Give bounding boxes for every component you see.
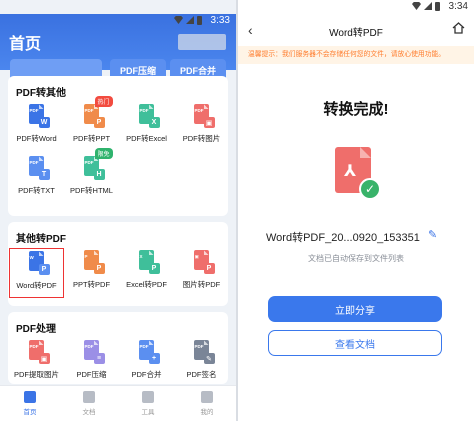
file-convert-icon: WP [26,251,50,275]
tool-label: PDF转图片 [182,134,221,143]
file-convert-icon: ▣ P [191,250,215,274]
tool-section: PDF处理 PDF ▣ PDF提取图片 PDF ≡ PDF压缩 PDF + PDF合并 PDF ✎ PD… [8,312,228,384]
battery-icon [197,16,202,25]
conversion-result-screen: 3:34 ‹ Word转PDF 温馨提示：我们服务器不会存储任何您的文件，请放心… [238,0,474,421]
battery-icon [435,2,440,11]
tool-section: PDF转其他 PDF W PDF转Word PDF P 热门 PDF转PPT PDF X PDF转E… [8,76,228,216]
file-convert-icon: PDF W [26,104,50,128]
top-bar: ‹ Word转PDF [238,14,474,46]
file-convert-icon: PP [81,250,105,274]
tool-tile[interactable]: PDF + PDF合并 [119,338,174,388]
nav-label: 我的 [200,409,214,416]
tool-tile[interactable]: ▣ P 图片转PDF [174,248,229,298]
status-bar: 3:33 [0,14,236,28]
tool-label: PDF转PPT [72,134,111,143]
tool-label: 图片转PDF [182,280,221,289]
tool-label: PDF转HTML [70,186,113,195]
tool-tile[interactable]: PDF W PDF转Word [9,102,64,152]
tool-label: PDF签名 [186,370,217,379]
nav-item[interactable]: 我的 [189,391,225,416]
promo-tag: 热门 [94,96,113,107]
privacy-notice: 温馨提示：我们服务器不会存储任何您的文件，请放心使用功能。 [238,46,474,64]
tool-tile[interactable]: X P Excel转PDF [119,248,174,298]
file-convert-icon: PDF H 限免 [81,148,113,180]
home-header: 3:33 首页 PDF压缩 PDF合并 [0,14,236,81]
section-title: PDF处理 [16,324,56,335]
nav-label: 首页 [23,409,37,416]
nav-item[interactable]: 文档 [71,391,107,416]
header-banner [178,34,226,50]
share-button[interactable]: 立即分享 [268,296,442,322]
tool-tile[interactable]: PDF T PDF转TXT [9,154,64,204]
file-convert-icon: PDF ▣ [26,340,50,364]
page-title: Word转PDF [329,28,383,39]
folder-icon [83,391,95,403]
section-title: 其他转PDF [16,234,66,245]
nav-label: 工具 [141,409,155,416]
tool-tile[interactable]: PDF P 热门 PDF转PPT [64,96,119,152]
tool-label: PPT转PDF [72,280,111,289]
file-convert-icon: PDF X [136,104,160,128]
bottom-nav: 首页 文档 工具 我的 [0,385,236,421]
user-icon [201,391,213,403]
wifi-icon [174,16,183,24]
tool-tile[interactable]: PDF ✎ PDF签名 [174,338,229,388]
tool-section: 其他转PDF W P Word转PDF P P PPT转PDF X P Excel转PDF ▣ P 图片… [8,222,228,306]
section-title: PDF转其他 [16,88,66,99]
tool-label: PDF压缩 [76,370,107,379]
edit-icon[interactable]: ✎ [428,228,437,241]
tool-tile[interactable]: W P Word转PDF [9,248,64,298]
file-convert-icon: XP [136,250,160,274]
nav-item[interactable]: 工具 [130,391,166,416]
signal-icon [424,2,432,10]
check-icon: ✓ [359,178,381,200]
nav-label: 文档 [82,409,96,416]
signal-icon [186,16,194,24]
tool-label: PDF合并 [131,370,162,379]
view-document-button[interactable]: 查看文档 [268,330,442,356]
tool-tile[interactable]: PDF ▣ PDF提取图片 [9,338,64,388]
tool-label: PDF提取图片 [14,370,59,379]
saved-hint: 文档已自动保存到文件列表 [308,254,404,263]
wifi-icon [412,2,421,10]
home-icon [24,391,36,403]
file-convert-icon: PDF ✎ [191,340,215,364]
status-time: 3:33 [210,15,230,26]
tool-tile[interactable]: PDF ≡ PDF压缩 [64,338,119,388]
done-title: 转换完成! [323,101,389,118]
home-screen: 3:33 首页 PDF压缩 PDF合并 PDF转其他 PDF W PDF转Word PD… [0,0,236,421]
tool-tile[interactable]: PDF ▣ PDF转图片 [174,102,229,152]
file-convert-icon: PDF ▣ [191,104,215,128]
toolbox-icon [142,391,154,403]
tool-label: PDF转Excel [126,134,167,143]
tool-tile[interactable]: P P PPT转PDF [64,248,119,298]
status-bar: 3:34 [238,0,474,14]
file-name: Word转PDF_20...0920_153351 [266,232,420,244]
file-convert-icon: PDF ≡ [81,340,105,364]
tool-label: Excel转PDF [126,280,167,289]
status-time: 3:34 [448,1,468,12]
tool-label: PDF转Word [16,134,57,143]
tool-label: Word转PDF [16,281,57,290]
promo-tag: 限免 [94,148,113,159]
file-convert-icon: PDF P 热门 [81,96,113,128]
home-icon[interactable] [452,22,465,34]
file-convert-icon: PDF T [26,156,50,180]
tool-tile[interactable]: PDF H 限免 PDF转HTML [64,148,119,204]
nav-item[interactable]: 首页 [12,391,48,416]
file-convert-icon: PDF + [136,340,160,364]
tool-tile[interactable]: PDF X PDF转Excel [119,102,174,152]
tool-label: PDF转TXT [18,186,55,195]
page-title: 首页 [9,36,42,53]
